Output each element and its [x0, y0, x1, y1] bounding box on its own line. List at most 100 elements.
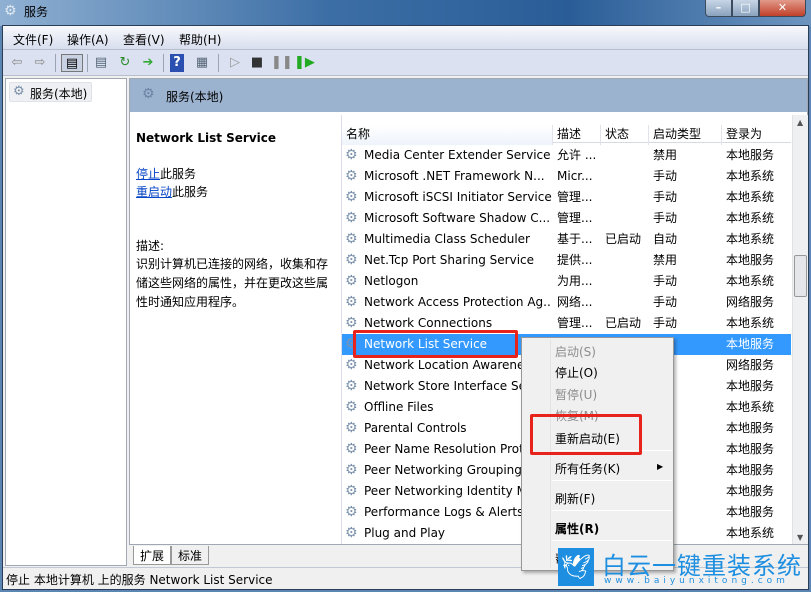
scroll-thumb[interactable]	[794, 255, 807, 297]
stop-link-suffix: 此服务	[160, 167, 197, 181]
help-icon[interactable]: ?	[170, 54, 184, 72]
table-row[interactable]: ⚙ Media Center Extender Service 允许 ... 禁用 本地…	[342, 145, 791, 166]
close-button[interactable]: ✕	[759, 0, 806, 17]
cell-description: 提供...	[557, 253, 593, 267]
cell-startup-type: 手动	[653, 295, 678, 309]
stop-icon[interactable]: ■	[248, 54, 266, 72]
show-hide-tree-icon[interactable]: ▤	[61, 54, 83, 72]
tree-pane: ⚙ 服务(本地)	[5, 78, 127, 566]
back-icon[interactable]: ⇦	[8, 54, 26, 72]
column-name[interactable]: 名称	[342, 125, 553, 145]
cell-logon-as: 本地服务	[726, 421, 775, 435]
cell-logon-as: 本地服务	[726, 379, 775, 393]
menu-help[interactable]: 帮助(H)	[179, 31, 221, 48]
cell-startup-type: 禁用	[653, 148, 678, 162]
context-menu-item[interactable]: 刷新(F)	[555, 490, 595, 507]
cell-startup-type: 手动	[653, 211, 678, 225]
context-menu-item: 启动(S)	[555, 345, 596, 359]
column-status[interactable]: 状态	[601, 125, 649, 145]
menu-view[interactable]: 查看(V)	[123, 31, 165, 48]
list-header: 名称 描述 状态 启动类型 登录为	[342, 121, 791, 145]
tree-item-services-local[interactable]: ⚙ 服务(本地)	[9, 82, 93, 102]
description-text: 识别计算机已连接的网络，收集和存储这些网络的属性，并在更改这些属性时通知应用程序…	[136, 257, 329, 309]
service-gear-icon: ⚙	[345, 357, 358, 373]
cell-description: 管理...	[557, 211, 593, 225]
cell-name: Multimedia Class Scheduler	[364, 232, 530, 246]
menu-separator	[552, 510, 672, 511]
service-gear-icon: ⚙	[345, 525, 358, 541]
scroll-down-arrow[interactable]: ▼	[797, 533, 803, 542]
watermark-url: www.baiyunxitong.com	[604, 576, 789, 586]
cell-name: Media Center Extender Service	[364, 148, 551, 162]
table-row[interactable]: ⚙ Microsoft iSCSI Initiator Service 管理... 手…	[342, 187, 791, 208]
restart-link-suffix: 此服务	[172, 185, 209, 199]
context-menu-item[interactable]: 属性(R)	[555, 520, 599, 537]
service-gear-icon: ⚙	[345, 210, 358, 226]
cell-logon-as: 本地系统	[726, 211, 775, 225]
context-menu-item[interactable]: 停止(O)	[555, 364, 598, 381]
table-row[interactable]: ⚙ Multimedia Class Scheduler 基于... 已启动 自动 本地系…	[342, 229, 791, 250]
column-description[interactable]: 描述	[553, 125, 601, 145]
submenu-arrow-icon: ▶	[657, 462, 664, 471]
cell-logon-as: 本地服务	[726, 463, 775, 477]
service-gear-icon: ⚙	[345, 420, 358, 436]
vertical-scrollbar[interactable]: ▲ ▼	[792, 115, 808, 545]
table-row[interactable]: ⚙ Network Access Protection Ag... 网络... 手动 网…	[342, 292, 791, 313]
table-row[interactable]: ⚙ Net.Tcp Port Sharing Service 提供... 禁用 本地服务	[342, 250, 791, 271]
cell-description: Micr...	[557, 169, 593, 183]
pause-icon[interactable]: ❚❚	[271, 54, 293, 72]
cell-logon-as: 本地系统	[726, 274, 775, 288]
service-gear-icon: ⚙	[345, 273, 358, 289]
service-gear-icon: ⚙	[345, 189, 358, 205]
column-logon-as[interactable]: 登录为	[722, 125, 791, 145]
description-pane: Network List Service 停止此服务 重启动此服务 描述: 识别…	[136, 129, 336, 312]
highlight-box-restart	[530, 414, 642, 455]
service-gear-icon: ⚙	[345, 441, 358, 457]
table-row[interactable]: ⚙ Netlogon 为用... 手动 本地系统	[342, 271, 791, 292]
properties-icon[interactable]: ▤	[92, 54, 110, 72]
cell-status: 已启动	[605, 316, 642, 330]
cell-logon-as: 本地系统	[726, 169, 775, 183]
cell-startup-type: 手动	[653, 274, 678, 288]
service-gear-icon: ⚙	[345, 399, 358, 415]
resume-icon[interactable]: ❚▶	[294, 54, 315, 72]
column-startup-type[interactable]: 启动类型	[649, 125, 722, 145]
bird-logo-icon: 🕊	[558, 548, 594, 586]
tab-extended[interactable]: 扩展	[133, 546, 172, 565]
restart-service-link[interactable]: 重启动	[136, 185, 172, 199]
forward-icon[interactable]: ⇨	[31, 54, 49, 72]
cell-logon-as: 本地服务	[726, 148, 775, 162]
table-row[interactable]: ⚙ Microsoft .NET Framework N... Micr... 手动 本…	[342, 166, 791, 187]
highlight-box-service	[353, 330, 518, 358]
tab-standard[interactable]: 标准	[171, 546, 210, 565]
context-menu-item[interactable]: 所有任务(K)	[555, 460, 620, 477]
cell-description: 管理...	[557, 190, 593, 204]
pane-header: ⚙ 服务(本地)	[130, 79, 807, 112]
cell-logon-as: 本地系统	[726, 316, 775, 330]
export-icon[interactable]: ➔	[139, 54, 157, 72]
cell-logon-as: 本地系统	[726, 400, 775, 414]
minimize-button[interactable]: –	[705, 0, 732, 17]
scroll-up-arrow[interactable]: ▲	[797, 118, 803, 127]
cell-logon-as: 本地系统	[726, 526, 775, 540]
service-gear-icon: ⚙	[345, 168, 358, 184]
cell-startup-type: 手动	[653, 190, 678, 204]
start-icon[interactable]: ▷	[226, 54, 244, 72]
menu-action[interactable]: 操作(A)	[67, 31, 109, 48]
maximize-button[interactable]: □	[732, 0, 759, 17]
menu-file[interactable]: 文件(F)	[13, 31, 53, 48]
cell-name: Microsoft iSCSI Initiator Service	[364, 190, 552, 204]
action-pane-icon[interactable]: ▦	[193, 54, 211, 72]
context-menu-item: 暂停(U)	[555, 388, 598, 402]
cell-name: Net.Tcp Port Sharing Service	[364, 253, 535, 267]
refresh-icon[interactable]: ↻	[116, 54, 134, 72]
table-row[interactable]: ⚙ Microsoft Software Shadow C... 管理... 手动 本地…	[342, 208, 791, 229]
cell-description: 为用...	[557, 274, 593, 288]
pane-title: 服务(本地)	[166, 90, 224, 104]
service-gear-icon: ⚙	[345, 147, 358, 163]
cell-logon-as: 本地服务	[726, 253, 775, 267]
stop-service-link[interactable]: 停止	[136, 167, 160, 181]
cell-name: Network Access Protection Ag...	[364, 295, 552, 309]
service-name: Network List Service	[136, 131, 277, 145]
cell-status: 已启动	[605, 232, 642, 246]
